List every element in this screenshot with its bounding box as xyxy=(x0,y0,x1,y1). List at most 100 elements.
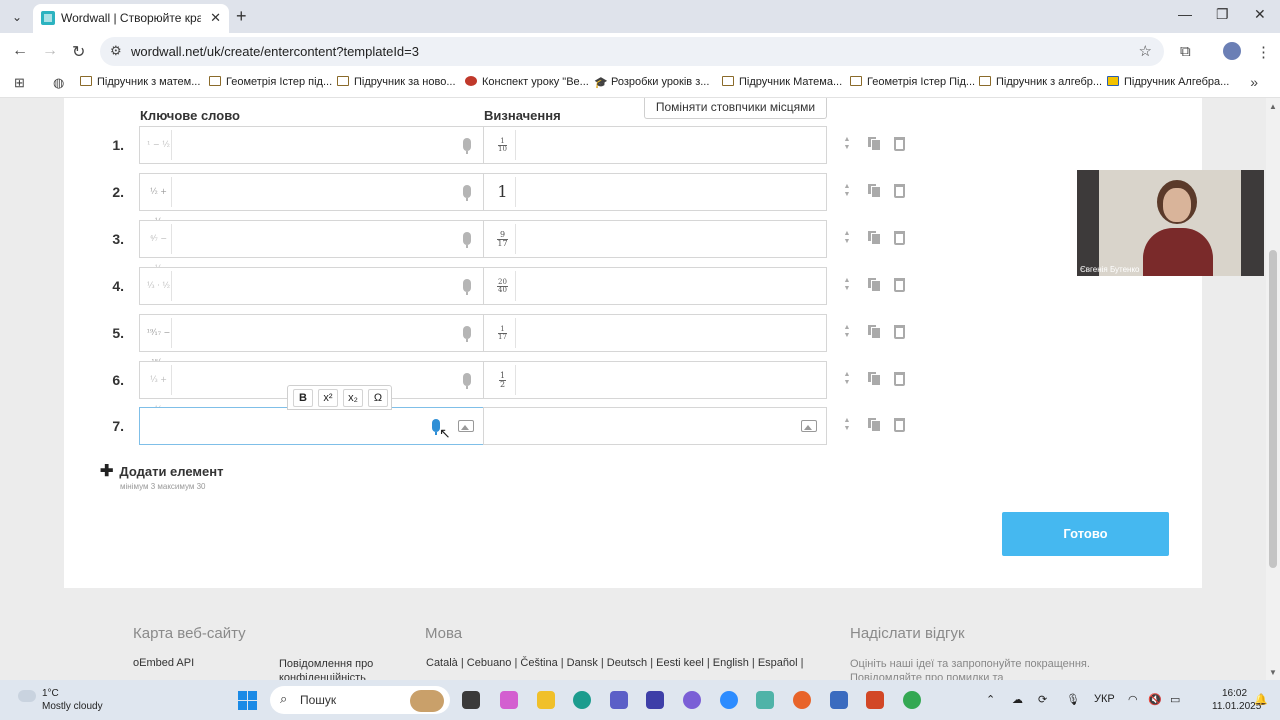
add-image-icon[interactable] xyxy=(801,420,817,432)
page-scrollbar[interactable]: ▲ ▼ xyxy=(1266,98,1280,680)
duplicate-icon[interactable] xyxy=(867,230,881,245)
bookmark-item[interactable]: Підручник Матема... xyxy=(722,76,842,88)
apps-grid-icon[interactable]: ⊞ xyxy=(14,75,25,91)
task-view-icon[interactable] xyxy=(462,691,480,709)
weather-temperature[interactable]: 1°C xyxy=(42,688,59,699)
volume-muted-icon[interactable]: 🔇 xyxy=(1148,693,1162,706)
duplicate-icon[interactable] xyxy=(867,417,881,432)
keyword-field[interactable]: ⁴⁄₇ − ⅛ xyxy=(139,220,484,273)
duplicate-icon[interactable] xyxy=(867,324,881,339)
duplicate-icon[interactable] xyxy=(867,277,881,292)
sync-icon[interactable]: ⟳ xyxy=(1038,693,1047,706)
teams-icon[interactable] xyxy=(610,691,628,709)
keyword-field[interactable]: ¹ − ½ xyxy=(139,126,484,164)
special-characters-button[interactable]: Ω xyxy=(368,389,388,407)
reorder-arrows-icon[interactable]: ▲ ▼ xyxy=(841,324,853,340)
reorder-arrows-icon[interactable]: ▲ ▼ xyxy=(841,230,853,246)
onedrive-icon[interactable]: ☁ xyxy=(1012,693,1023,706)
extensions-icon[interactable]: ⧉ xyxy=(1180,43,1191,60)
delete-trash-icon[interactable] xyxy=(894,278,905,292)
app-icon[interactable] xyxy=(756,691,774,709)
privacy-link[interactable]: Повідомлення про конфіденційність xyxy=(279,657,399,680)
delete-trash-icon[interactable] xyxy=(894,137,905,151)
superscript-button[interactable]: x² xyxy=(318,389,338,407)
delete-trash-icon[interactable] xyxy=(894,372,905,386)
add-image-icon[interactable] xyxy=(458,420,474,432)
microphone-icon[interactable] xyxy=(463,185,471,201)
keyword-field[interactable]: ¹⁹⁄₁₇ − ¹⁸⁄₁₇ xyxy=(139,314,484,367)
browser-menu-icon[interactable]: ⋮ xyxy=(1256,43,1271,61)
bookmark-item[interactable]: Підручник з матем... xyxy=(80,76,200,88)
tab-search-icon[interactable]: ⌄ xyxy=(6,6,28,28)
duplicate-icon[interactable] xyxy=(867,136,881,151)
forward-arrow-icon[interactable]: → xyxy=(42,42,58,60)
scroll-up-arrow-icon[interactable]: ▲ xyxy=(1269,102,1277,111)
delete-trash-icon[interactable] xyxy=(894,231,905,245)
zoom-icon[interactable] xyxy=(720,691,738,709)
delete-trash-icon[interactable] xyxy=(894,325,905,339)
copilot-icon[interactable] xyxy=(500,691,518,709)
cloud-icon[interactable] xyxy=(18,690,36,702)
definition-field[interactable]: 1 17 xyxy=(483,314,827,352)
definition-field[interactable] xyxy=(483,407,827,445)
bookmark-star-icon[interactable]: ☆ xyxy=(1139,42,1152,60)
scrollbar-thumb[interactable] xyxy=(1269,250,1277,568)
done-button[interactable]: Готово xyxy=(1002,512,1169,556)
firefox-icon[interactable] xyxy=(793,691,811,709)
language-links[interactable]: Català | Cebuano | Čeština | Dansk | Deu… xyxy=(426,657,804,669)
reorder-arrows-icon[interactable]: ▲ ▼ xyxy=(841,136,853,152)
reorder-arrows-icon[interactable]: ▲ ▼ xyxy=(841,277,853,293)
reorder-arrows-icon[interactable]: ▲ ▼ xyxy=(841,183,853,199)
delete-trash-icon[interactable] xyxy=(894,184,905,198)
clock-time[interactable]: 16:02 xyxy=(1222,688,1247,699)
subscript-button[interactable]: x₂ xyxy=(343,389,363,407)
tab-close-icon[interactable]: ✕ xyxy=(210,10,221,26)
back-arrow-icon[interactable]: ← xyxy=(12,42,28,60)
minimize-window-icon[interactable]: — xyxy=(1178,6,1192,22)
swap-columns-button[interactable]: Поміняти стовпчики місцями xyxy=(644,98,827,119)
keyword-field[interactable]: ⅓ · ½ xyxy=(139,267,484,305)
wifi-icon[interactable]: ◠ xyxy=(1128,693,1138,706)
weather-description[interactable]: Mostly cloudy xyxy=(42,701,103,712)
file-explorer-icon[interactable] xyxy=(537,691,555,709)
definition-field[interactable]: 1 10 xyxy=(483,126,827,164)
browser-tab-wordwall[interactable]: Wordwall | Створюйте кращі у ✕ xyxy=(33,4,229,33)
mathcad-icon[interactable] xyxy=(646,691,664,709)
edge-icon[interactable] xyxy=(573,691,591,709)
microphone-icon[interactable] xyxy=(463,326,471,342)
globe-icon[interactable]: ◍ xyxy=(53,75,64,91)
definition-field[interactable]: 20 40 xyxy=(483,267,827,305)
scroll-down-arrow-icon[interactable]: ▼ xyxy=(1269,668,1277,677)
bold-button[interactable]: B xyxy=(293,389,313,407)
bookmark-item[interactable]: Підручник Алгебра... xyxy=(1107,76,1229,88)
delete-trash-icon[interactable] xyxy=(894,418,905,432)
close-window-icon[interactable]: ✕ xyxy=(1254,6,1266,23)
microphone-tray-icon[interactable]: 🎙 xyxy=(1066,693,1080,706)
windows-start-icon[interactable] xyxy=(238,691,257,710)
bookmark-item[interactable]: Підручник з алгебр... xyxy=(979,76,1102,88)
keyword-field[interactable]: ½ + ½ xyxy=(139,173,484,226)
bookmark-item[interactable]: Геометрія Істер Під... xyxy=(850,76,975,88)
microphone-icon[interactable] xyxy=(463,232,471,248)
keyword-field-active[interactable] xyxy=(139,407,484,445)
store-icon[interactable] xyxy=(830,691,848,709)
viber-icon[interactable] xyxy=(683,691,701,709)
notifications-icon[interactable]: 🔔 xyxy=(1254,693,1268,706)
new-tab-button[interactable]: + xyxy=(236,6,247,26)
more-bookmarks-icon[interactable]: » xyxy=(1250,74,1258,90)
microphone-icon[interactable] xyxy=(463,373,471,389)
bookmark-item[interactable]: Геометрія Істер під... xyxy=(209,76,332,88)
bookmark-item[interactable]: Підручник за ново... xyxy=(337,76,456,88)
reorder-arrows-icon[interactable]: ▲ ▼ xyxy=(841,417,853,433)
duplicate-icon[interactable] xyxy=(867,371,881,386)
definition-field[interactable]: 1 xyxy=(483,173,827,211)
add-item-button[interactable]: ✚ Додати елемент xyxy=(100,461,224,481)
definition-field[interactable]: 9 17 xyxy=(483,220,827,258)
restore-window-icon[interactable]: ❐ xyxy=(1216,6,1229,23)
battery-icon[interactable]: ▭ xyxy=(1170,693,1180,706)
site-info-icon[interactable]: ⚙ xyxy=(110,43,122,59)
bookmark-item[interactable]: 🎓 Розробки уроків з... xyxy=(594,76,709,89)
bookmark-item[interactable]: Конспект уроку "Ве... xyxy=(465,76,589,88)
profile-avatar[interactable] xyxy=(1223,42,1241,60)
powerpoint-icon[interactable] xyxy=(866,691,884,709)
